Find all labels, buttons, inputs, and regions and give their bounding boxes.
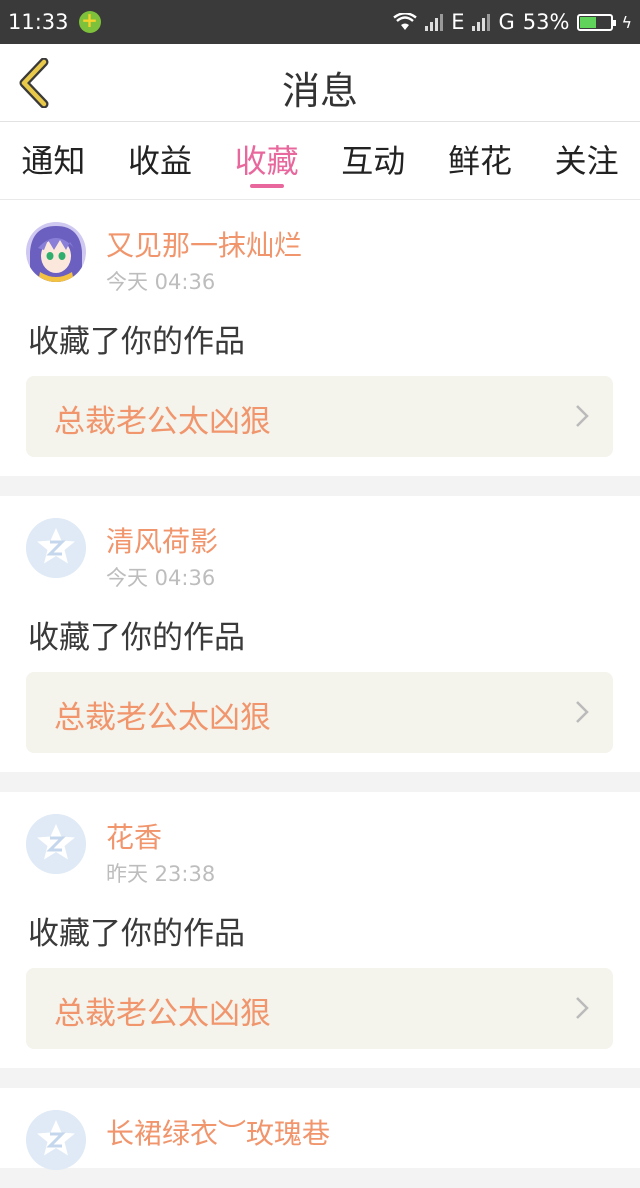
message-time: 今天 04:36 xyxy=(106,566,216,590)
battery-icon xyxy=(577,13,617,31)
network-type-e: E xyxy=(451,10,465,34)
chevron-right-icon xyxy=(576,997,589,1019)
tab-earnings[interactable]: 收益 xyxy=(128,122,192,186)
tab-interactions[interactable]: 互动 xyxy=(341,122,405,186)
message-text: 收藏了你的作品 xyxy=(28,916,245,952)
tab-follows[interactable]: 关注 xyxy=(555,122,619,186)
tab-bar: 通知 收益 收藏 互动 鲜花 关注 xyxy=(0,122,640,200)
username[interactable]: 清风荷影 xyxy=(106,520,218,560)
work-title: 总裁老公太凶狠 xyxy=(54,996,271,1032)
work-link[interactable]: 总裁老公太凶狠 xyxy=(26,968,613,1049)
qq-default-avatar-icon xyxy=(26,1110,86,1170)
message-list: 又见那一抹灿烂 今天 04:36 收藏了你的作品 总裁老公太凶狠 清风荷影 今天… xyxy=(0,200,640,1188)
work-link[interactable]: 总裁老公太凶狠 xyxy=(26,672,613,753)
message-card: 又见那一抹灿烂 今天 04:36 收藏了你的作品 总裁老公太凶狠 xyxy=(0,200,640,476)
app-notification-icon xyxy=(78,8,101,33)
signal-icon-2 xyxy=(472,13,491,31)
username[interactable]: 又见那一抹灿烂 xyxy=(106,224,302,264)
message-time: 今天 04:36 xyxy=(106,270,216,294)
signal-icon xyxy=(425,13,444,31)
battery-percent: 53% xyxy=(522,10,570,34)
status-time: 11:33 xyxy=(8,10,69,34)
message-card: 长裙绿衣︶玫瑰巷 xyxy=(0,1088,640,1170)
header: 消息 xyxy=(0,44,640,122)
work-title: 总裁老公太凶狠 xyxy=(54,404,271,440)
tab-flowers[interactable]: 鲜花 xyxy=(448,122,512,186)
chevron-right-icon xyxy=(576,701,589,723)
message-card: 清风荷影 今天 04:36 收藏了你的作品 总裁老公太凶狠 xyxy=(0,496,640,772)
chevron-right-icon xyxy=(576,405,589,427)
avatar[interactable] xyxy=(26,222,86,282)
wifi-icon xyxy=(393,13,417,30)
network-type-g: G xyxy=(498,10,515,34)
message-time: 昨天 23:38 xyxy=(106,862,216,886)
tab-favorites[interactable]: 收藏 xyxy=(235,122,299,188)
tab-notifications[interactable]: 通知 xyxy=(21,122,85,186)
work-title: 总裁老公太凶狠 xyxy=(54,700,271,736)
avatar[interactable] xyxy=(26,518,86,578)
status-bar: 11:33 E G 53% ϟ xyxy=(0,0,640,44)
qq-default-avatar-icon xyxy=(26,518,86,578)
page-title: 消息 xyxy=(281,69,358,113)
username[interactable]: 长裙绿衣︶玫瑰巷 xyxy=(106,1112,330,1152)
username[interactable]: 花香 xyxy=(106,816,162,856)
avatar[interactable] xyxy=(26,814,86,874)
qq-default-avatar-icon xyxy=(26,814,86,874)
avatar[interactable] xyxy=(26,1110,86,1170)
anime-avatar-icon xyxy=(26,222,86,282)
message-card: 花香 昨天 23:38 收藏了你的作品 总裁老公太凶狠 xyxy=(0,792,640,1068)
status-indicators: E G 53% ϟ xyxy=(393,10,632,34)
message-text: 收藏了你的作品 xyxy=(28,324,245,360)
message-text: 收藏了你的作品 xyxy=(28,620,245,656)
work-link[interactable]: 总裁老公太凶狠 xyxy=(26,376,613,457)
charging-icon: ϟ xyxy=(621,12,632,32)
